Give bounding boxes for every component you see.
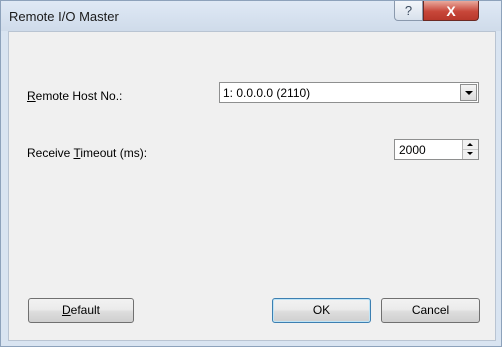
remote-host-value: 1: 0.0.0.0 (2110) xyxy=(223,86,311,100)
ok-button[interactable]: OK xyxy=(272,298,371,323)
window-title: Remote I/O Master xyxy=(9,9,119,24)
receive-timeout-spinner[interactable]: 2000 xyxy=(394,139,479,160)
remote-host-label: Remote Host No.: xyxy=(27,89,122,103)
receive-timeout-label-prefix: Receive xyxy=(27,146,74,160)
close-button[interactable]: X xyxy=(423,1,479,21)
remote-host-access-key: R xyxy=(27,89,36,103)
dialog-window: Remote I/O Master ? X Remote Host No.: 1… xyxy=(0,0,502,347)
receive-timeout-value[interactable]: 2000 xyxy=(399,143,426,157)
spin-down-icon[interactable] xyxy=(463,150,478,159)
close-icon: X xyxy=(446,3,456,19)
receive-timeout-label-text: imeout (ms): xyxy=(80,146,148,160)
receive-timeout-label: Receive Timeout (ms): xyxy=(27,146,147,160)
default-button-label: efault xyxy=(70,303,101,317)
help-button[interactable]: ? xyxy=(394,1,423,21)
cancel-button[interactable]: Cancel xyxy=(381,298,480,323)
spin-up-icon[interactable] xyxy=(463,140,478,150)
title-bar[interactable]: Remote I/O Master ? X xyxy=(1,1,501,31)
remote-host-dropdown[interactable]: 1: 0.0.0.0 (2110) xyxy=(219,82,479,103)
spinner-buttons xyxy=(462,140,478,159)
dropdown-arrow-icon[interactable] xyxy=(460,84,477,101)
help-icon: ? xyxy=(404,3,413,18)
remote-host-label-text: emote Host No.: xyxy=(35,89,123,103)
dialog-content: Remote Host No.: 1: 0.0.0.0 (2110) Recei… xyxy=(8,31,496,341)
default-access-key: D xyxy=(61,303,71,317)
default-button[interactable]: Default xyxy=(28,298,134,323)
